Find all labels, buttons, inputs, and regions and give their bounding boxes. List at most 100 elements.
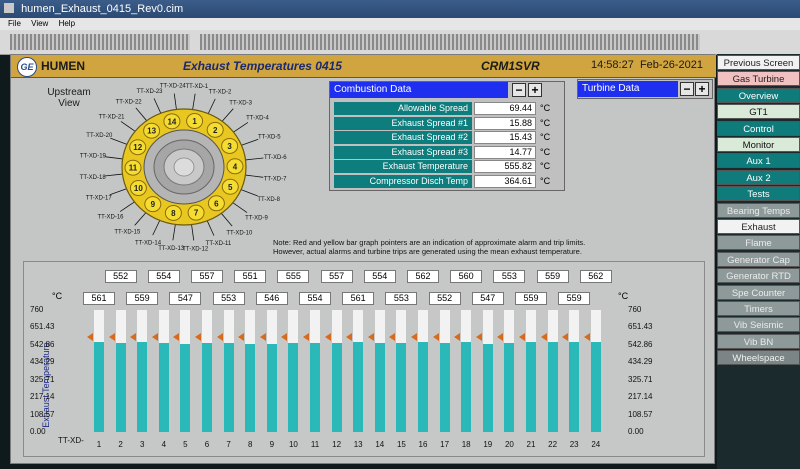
thermocouple-spoke bbox=[245, 174, 264, 178]
menu-help[interactable]: Help bbox=[59, 19, 75, 28]
x-tick-label: 14 bbox=[375, 440, 385, 449]
thermocouple-label: TT-XD-2 bbox=[209, 90, 232, 96]
thermocouple-spoke bbox=[173, 93, 177, 110]
thermocouple-spoke bbox=[241, 138, 259, 146]
sidebar-button-control[interactable]: Control bbox=[717, 120, 800, 136]
thermocouple-spoke bbox=[119, 201, 135, 212]
thermocouple-spoke bbox=[110, 137, 128, 145]
value-box-tt-xd-5: 547 bbox=[169, 292, 202, 305]
expand-button[interactable]: + bbox=[528, 83, 542, 97]
x-tick-label: 6 bbox=[204, 440, 210, 449]
combustor-number: 12 bbox=[133, 143, 142, 152]
thermocouple-label: TT-XD-18 bbox=[80, 175, 107, 181]
site-name: HUMEN bbox=[41, 59, 85, 73]
sidebar-button-tests[interactable]: Tests bbox=[717, 186, 800, 202]
sidebar-button-generator-cap[interactable]: Generator Cap bbox=[717, 251, 800, 267]
thermocouple-spoke bbox=[134, 212, 147, 226]
combustion-row: Exhaust Spread #1 15.88 °C bbox=[334, 116, 560, 131]
sidebar-button-gas-turbine[interactable]: Gas Turbine bbox=[717, 71, 800, 87]
combustion-label: Exhaust Spread #2 bbox=[334, 131, 472, 144]
bar-tt-xd-13 bbox=[353, 341, 364, 432]
bar-tt-xd-8 bbox=[245, 343, 256, 432]
sidebar-button-aux-1[interactable]: Aux 1 bbox=[717, 153, 800, 169]
x-tick-label: 23 bbox=[569, 440, 579, 449]
turbine-data-title: Turbine Data bbox=[578, 81, 678, 97]
alarm-pointer bbox=[259, 333, 266, 342]
alarm-pointer bbox=[216, 333, 223, 342]
note-line-2: However, actual alarms and turbine trips… bbox=[273, 247, 582, 256]
bar-tt-xd-14 bbox=[374, 343, 385, 432]
sidebar-button-wheelspace[interactable]: Wheelspace bbox=[717, 350, 800, 366]
x-tick-label: 13 bbox=[353, 440, 363, 449]
menu-view[interactable]: View bbox=[31, 19, 48, 28]
sidebar-button-bearing-temps[interactable]: Bearing Temps bbox=[717, 202, 800, 218]
combustor-number: 7 bbox=[194, 209, 199, 218]
window-titlebar: humen_Exhaust_0415_Rev0.cim bbox=[0, 0, 800, 18]
sidebar-button-overview[interactable]: Overview bbox=[717, 87, 800, 103]
y-tick-label-right: 0.00 bbox=[628, 427, 644, 436]
combustion-label: Allowable Spread bbox=[334, 102, 472, 115]
thermocouple-label: TT-XD-22 bbox=[116, 100, 143, 106]
collapse-button[interactable]: − bbox=[512, 83, 526, 97]
value-box-tt-xd-13: 561 bbox=[342, 292, 375, 305]
sidebar-button-gt1[interactable]: GT1 bbox=[717, 104, 800, 120]
x-tick-label: 9 bbox=[269, 440, 275, 449]
time: 14:58:27 bbox=[591, 59, 634, 71]
value-box-tt-xd-20: 553 bbox=[493, 270, 526, 283]
sidebar-button-vib-seismic[interactable]: Vib Seismic bbox=[717, 317, 800, 333]
alarm-pointer bbox=[411, 333, 417, 342]
value-box-tt-xd-3: 559 bbox=[126, 292, 159, 305]
thermocouple-label: TT-XD-5 bbox=[258, 134, 281, 140]
sidebar-button-previous-screen[interactable]: Previous Screen bbox=[717, 55, 800, 70]
y-tick-label-right: 217.14 bbox=[628, 392, 653, 402]
menu-file[interactable]: File bbox=[8, 19, 21, 28]
sidebar-button-aux-2[interactable]: Aux 2 bbox=[717, 169, 800, 185]
sidebar-button-timers[interactable]: Timers bbox=[717, 301, 800, 316]
bar-tt-xd-4 bbox=[158, 343, 169, 432]
thermocouple-spoke bbox=[221, 213, 233, 227]
thermocouple-label: TT-XD-17 bbox=[86, 196, 113, 202]
x-tick-label: 22 bbox=[548, 440, 558, 449]
toolbar bbox=[0, 30, 800, 55]
value-box-tt-xd-4: 554 bbox=[147, 270, 180, 283]
sidebar-button-vib-bn[interactable]: Vib BN bbox=[717, 333, 800, 349]
thermocouple-spoke bbox=[233, 122, 249, 133]
collapse-button[interactable]: − bbox=[680, 82, 694, 96]
value-box-tt-xd-24: 562 bbox=[579, 270, 612, 283]
exhaust-temperature-chart: Exhaust Temperature °C °C TT-XD- 760 760 6… bbox=[23, 261, 705, 457]
value-box-tt-xd-11: 554 bbox=[299, 292, 331, 305]
thermocouple-spoke bbox=[104, 173, 123, 177]
combustion-value: 15.43 bbox=[474, 131, 536, 144]
date: Feb-26-2021 bbox=[639, 59, 703, 71]
alarm-pointer bbox=[367, 333, 374, 342]
y-tick-label-left: 760 bbox=[30, 305, 44, 314]
x-tick-label: 19 bbox=[483, 440, 493, 449]
sidebar-button-generator-rtd[interactable]: Generator RTD bbox=[717, 268, 800, 284]
expand-button[interactable]: + bbox=[695, 82, 709, 96]
combustor-number: 5 bbox=[228, 183, 233, 192]
y-tick-label-left: 325.71 bbox=[30, 374, 55, 384]
bar-tt-xd-5 bbox=[180, 344, 191, 432]
thermocouple-spoke bbox=[104, 156, 123, 160]
thermocouple-label: TT-XD-24 bbox=[160, 84, 187, 90]
x-tick-label: 3 bbox=[139, 440, 145, 449]
sidebar-button-monitor[interactable]: Monitor bbox=[717, 137, 800, 152]
unit-right: °C bbox=[618, 291, 629, 301]
sidebar-button-flame[interactable]: Flame bbox=[717, 235, 800, 251]
thermocouple-spoke bbox=[109, 188, 127, 196]
bar-tt-xd-19 bbox=[482, 344, 493, 432]
thermocouple-spoke bbox=[152, 220, 161, 236]
sidebar-button-exhaust[interactable]: Exhaust bbox=[717, 219, 800, 234]
combustion-row: Compressor Disch Temp 364.61 °C bbox=[334, 174, 560, 189]
y-tick-label-left: 108.57 bbox=[30, 409, 55, 419]
value-box-tt-xd-9: 546 bbox=[255, 292, 288, 305]
sidebar-button-spe-counter[interactable]: Spe Counter bbox=[717, 284, 800, 300]
alarm-pointer bbox=[151, 333, 158, 342]
y-tick-label-left: 217.14 bbox=[30, 392, 55, 402]
value-box-tt-xd-6: 557 bbox=[191, 270, 223, 283]
combustion-value: 555.82 bbox=[474, 160, 536, 173]
value-box-tt-xd-12: 557 bbox=[320, 270, 353, 283]
thermocouple-label: TT-XD-8 bbox=[257, 197, 280, 203]
x-tick-label: 11 bbox=[310, 440, 320, 449]
toolbar-grip bbox=[200, 34, 700, 50]
